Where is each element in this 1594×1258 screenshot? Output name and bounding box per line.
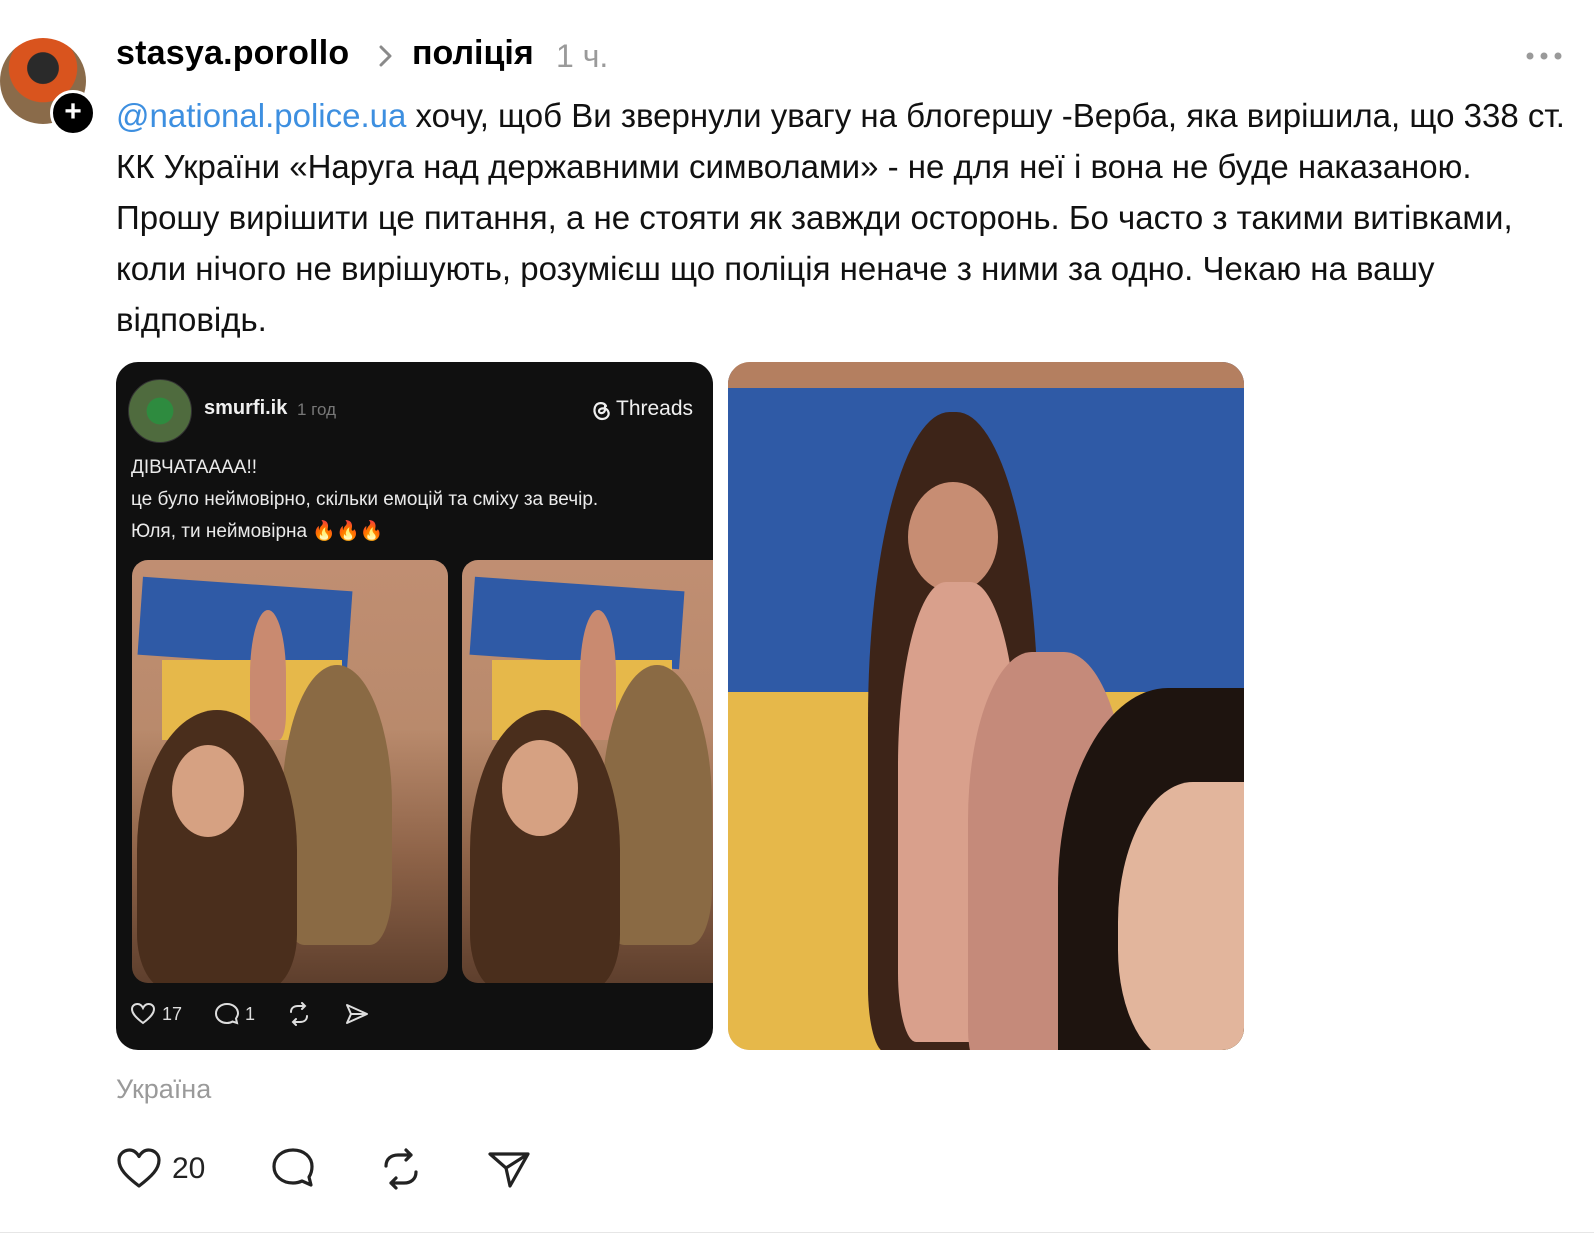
post-divider: [0, 1232, 1594, 1233]
embedded-timestamp: 1 год: [297, 400, 337, 419]
post-photo[interactable]: [728, 362, 1244, 1050]
chevron-right-icon: [379, 45, 392, 67]
topic-tag[interactable]: поліція: [412, 34, 534, 73]
post-location[interactable]: Україна: [116, 1074, 211, 1105]
repost-icon: [290, 1002, 308, 1026]
post-timestamp: 1 ч.: [556, 38, 609, 74]
embedded-line-1: ДІВЧАТАААА!!: [131, 457, 258, 478]
heart-icon: [130, 1002, 156, 1025]
share-icon[interactable]: [486, 1146, 532, 1192]
repost-icon[interactable]: [378, 1146, 424, 1192]
embedded-like-count: 17: [162, 1004, 183, 1024]
threads-icon: [593, 402, 610, 421]
heart-icon[interactable]: [116, 1146, 162, 1192]
threads-label: Threads: [616, 397, 694, 420]
post-body: @national.police.ua хочу, щоб Ви звернул…: [116, 90, 1576, 345]
author-username[interactable]: stasya.porollo: [116, 34, 349, 73]
comment-icon: [214, 1002, 240, 1025]
embedded-avatar: [128, 379, 192, 443]
embedded-screenshot-image[interactable]: smurfi.ik 1 год Threads ДІВЧАТАААА!! це …: [116, 362, 713, 1050]
follow-plus-icon[interactable]: +: [50, 90, 96, 136]
share-icon: [346, 1004, 368, 1024]
like-count: 20: [172, 1152, 206, 1185]
embedded-photo-2: [462, 560, 713, 983]
embedded-username: smurfi.ik: [204, 397, 288, 419]
embedded-photo-1: [132, 560, 448, 983]
mention-link[interactable]: @national.police.ua: [116, 97, 406, 134]
more-icon[interactable]: [1524, 48, 1564, 64]
embedded-text: ДІВЧАТАААА!! це було неймовірно, скільки…: [131, 452, 598, 548]
comment-icon[interactable]: [270, 1146, 316, 1192]
embedded-line-2: це було неймовірно, скільки емоцій та см…: [131, 489, 599, 510]
embedded-reply-count: 1: [245, 1004, 256, 1024]
embedded-line-3: Юля, ти неймовірна 🔥🔥🔥: [131, 521, 384, 542]
